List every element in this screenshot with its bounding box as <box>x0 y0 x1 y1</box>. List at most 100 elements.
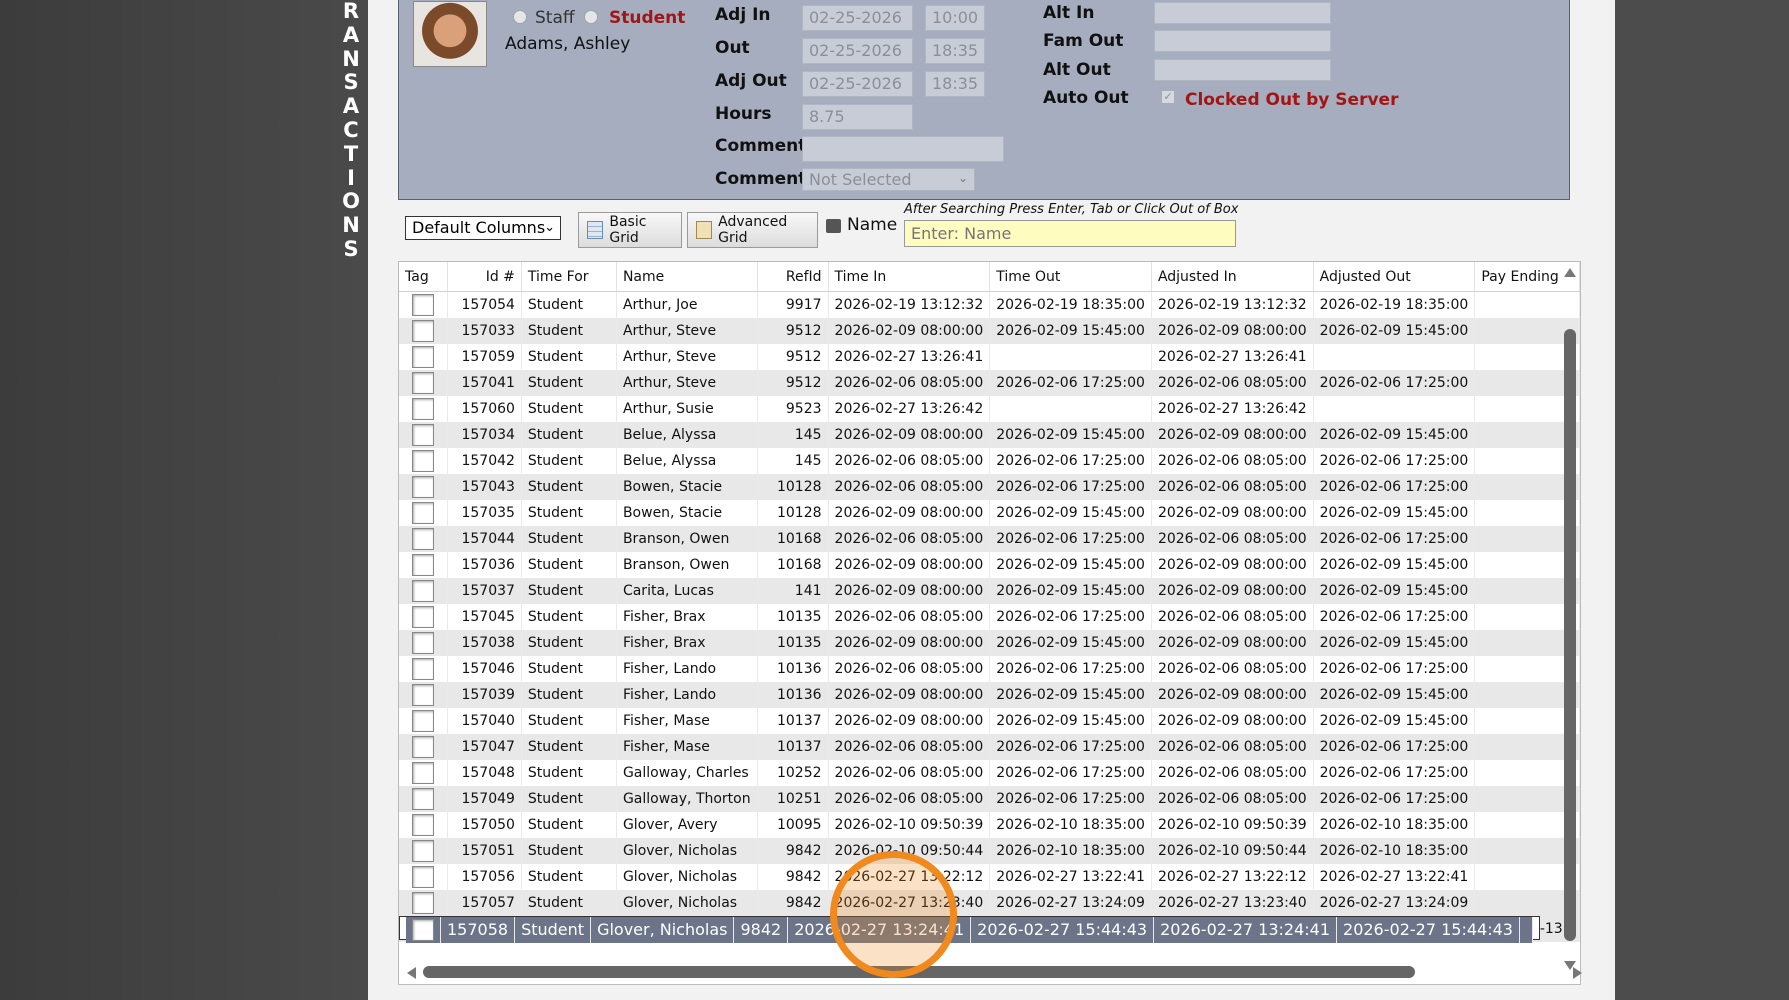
row-tag-checkbox[interactable] <box>412 919 434 941</box>
row-tag-checkbox[interactable] <box>411 736 434 758</box>
columns-select[interactable]: Default Columns ⌄ <box>405 216 561 240</box>
table-cell: 157045 <box>447 604 522 630</box>
table-row[interactable]: 157036 Student Branson, Owen 10168 2026-02-0… <box>399 552 1580 578</box>
adj-out-date-input[interactable]: 02-25-2026 <box>802 71 913 97</box>
column-header[interactable]: Adjusted In <box>1151 262 1314 292</box>
table-row[interactable]: 157046 Student Fisher, Lando 10136 2026-02-0… <box>399 656 1580 682</box>
row-tag-checkbox[interactable] <box>411 346 434 368</box>
table-row[interactable]: 157056 Student Glover, Nicholas 9842 2026-02… <box>399 864 1580 890</box>
row-tag-checkbox[interactable] <box>411 840 434 862</box>
row-tag-checkbox[interactable] <box>411 372 434 394</box>
vertical-scrollbar[interactable] <box>1564 268 1576 970</box>
column-header[interactable]: Time For <box>521 262 617 292</box>
table-cell: 2026-02-09 15:45:00 <box>1313 500 1476 526</box>
student-radio[interactable] <box>584 10 598 24</box>
row-tag-checkbox[interactable] <box>411 528 434 550</box>
scroll-left-arrow-icon[interactable] <box>407 967 416 979</box>
table-row[interactable]: 157059 Student Arthur, Steve 9512 2026-02-27… <box>399 344 1580 370</box>
row-tag-checkbox[interactable] <box>411 476 434 498</box>
basic-grid-button[interactable]: Basic Grid <box>578 212 682 248</box>
row-tag-checkbox[interactable] <box>411 866 434 888</box>
table-cell: 9512 <box>757 344 829 370</box>
table-row[interactable]: 157040 Student Fisher, Mase 10137 2026-02-09… <box>399 708 1580 734</box>
row-tag-checkbox[interactable] <box>411 606 434 628</box>
name-search-input[interactable] <box>904 220 1236 247</box>
row-tag-checkbox[interactable] <box>411 762 434 784</box>
table-row[interactable]: 157043 Student Bowen, Stacie 10128 2026-02-0… <box>399 474 1580 500</box>
table-row[interactable]: 157048 Student Galloway, Charles 10252 2026-… <box>399 760 1580 786</box>
table-cell: 10128 <box>757 474 829 500</box>
table-cell: Branson, Owen <box>616 552 758 578</box>
table-cell: 2026-02-10 09:50:44 <box>828 838 991 864</box>
vertical-title-letter: C <box>343 117 359 142</box>
row-tag-checkbox[interactable] <box>411 398 434 420</box>
comment-input[interactable] <box>802 136 1004 162</box>
row-tag-checkbox[interactable] <box>411 814 434 836</box>
table-row[interactable]: 157037 Student Carita, Lucas 141 2026-02-09 … <box>399 578 1580 604</box>
table-row[interactable]: 157057 Student Glover, Nicholas 9842 2026-02… <box>399 890 1580 916</box>
column-header[interactable]: Time In <box>828 262 991 292</box>
table-row[interactable]: 157033 Student Arthur, Steve 9512 2026-02-09… <box>399 318 1580 344</box>
row-tag-checkbox[interactable] <box>411 502 434 524</box>
hours-input[interactable]: 8.75 <box>802 104 913 130</box>
table-row[interactable]: 157047 Student Fisher, Mase 10137 2026-02-06… <box>399 734 1580 760</box>
auto-out-checkbox[interactable]: ✓ <box>1161 90 1175 104</box>
table-row[interactable]: 157054 Student Arthur, Joe 9917 2026-02-19 1… <box>399 291 1580 318</box>
advanced-grid-button[interactable]: Advanced Grid <box>687 212 818 248</box>
comment-select[interactable]: Not Selected ⌄ <box>802 168 975 191</box>
row-tag-checkbox[interactable] <box>411 788 434 810</box>
table-row[interactable]: 157050 Student Glover, Avery 10095 2026-02-1… <box>399 812 1580 838</box>
column-header[interactable]: Time Out <box>989 262 1152 292</box>
table-row[interactable]: 157045 Student Fisher, Brax 10135 2026-02-06… <box>399 604 1580 630</box>
table-row[interactable]: 157034 Student Belue, Alyssa 145 2026-02-09 … <box>399 422 1580 448</box>
table-row[interactable]: 157044 Student Branson, Owen 10168 2026-02-0… <box>399 526 1580 552</box>
row-tag-checkbox[interactable] <box>411 554 434 576</box>
table-cell <box>989 396 1152 422</box>
horizontal-scroll-thumb[interactable] <box>423 966 1415 978</box>
adj-in-time-input[interactable]: 10:00 <box>925 5 985 31</box>
column-header[interactable]: Tag <box>399 262 448 292</box>
table-cell: 2026-02-06 17:25:00 <box>1313 526 1476 552</box>
row-tag-checkbox[interactable] <box>411 684 434 706</box>
adj-in-date-input[interactable]: 02-25-2026 <box>802 5 913 31</box>
out-time-input[interactable]: 18:35 <box>925 38 985 64</box>
row-tag-checkbox[interactable] <box>411 580 434 602</box>
table-row[interactable]: 157049 Student Galloway, Thorton 10251 2026-… <box>399 786 1580 812</box>
out-date-input[interactable]: 02-25-2026 <box>802 38 913 64</box>
row-tag-checkbox[interactable] <box>411 710 434 732</box>
horizontal-scrollbar[interactable] <box>407 966 1582 979</box>
tag-cell <box>399 396 448 422</box>
table-cell: 2026-02-06 08:05:00 <box>828 526 991 552</box>
row-tag-checkbox[interactable] <box>411 658 434 680</box>
vertical-scroll-thumb[interactable] <box>1564 329 1576 941</box>
row-tag-checkbox[interactable] <box>411 424 434 446</box>
adj-out-time-input[interactable]: 18:35 <box>925 71 985 97</box>
table-row[interactable]: 157038 Student Fisher, Brax 10135 2026-02-09… <box>399 630 1580 656</box>
table-row[interactable]: 157041 Student Arthur, Steve 9512 2026-02-06… <box>399 370 1580 396</box>
column-header[interactable]: RefId <box>757 262 829 292</box>
scroll-right-arrow-icon[interactable] <box>1573 967 1582 979</box>
column-header[interactable]: Name <box>616 262 758 292</box>
row-tag-checkbox[interactable] <box>411 450 434 472</box>
table-row[interactable]: 157060 Student Arthur, Susie 9523 2026-02-27… <box>399 396 1580 422</box>
row-tag-checkbox[interactable] <box>411 294 434 316</box>
fam-out-input[interactable] <box>1154 30 1331 52</box>
row-tag-checkbox[interactable] <box>411 320 434 342</box>
alt-out-input[interactable] <box>1154 59 1331 81</box>
column-header[interactable]: Adjusted Out <box>1313 262 1476 292</box>
column-header[interactable]: Id # <box>447 262 522 292</box>
alt-in-input[interactable] <box>1154 2 1331 24</box>
staff-radio[interactable] <box>513 10 527 24</box>
table-row[interactable]: 157051 Student Glover, Nicholas 9842 2026-02… <box>399 838 1580 864</box>
table-cell: 2026-02-27 15:44:43 <box>1336 917 1520 943</box>
table-row[interactable]: 157058 Student Glover, Nicholas 9842 2026-02… <box>399 916 1540 943</box>
scroll-up-arrow-icon[interactable] <box>1564 268 1576 277</box>
table-row[interactable]: 157042 Student Belue, Alyssa 145 2026-02-06 … <box>399 448 1580 474</box>
advanced-grid-label: Advanced Grid <box>718 214 788 246</box>
row-tag-checkbox[interactable] <box>411 892 434 914</box>
out-label: Out <box>715 38 750 58</box>
table-row[interactable]: 157035 Student Bowen, Stacie 10128 2026-02-0… <box>399 500 1580 526</box>
tag-cell <box>399 890 448 916</box>
table-row[interactable]: 157039 Student Fisher, Lando 10136 2026-02-0… <box>399 682 1580 708</box>
row-tag-checkbox[interactable] <box>411 632 434 654</box>
